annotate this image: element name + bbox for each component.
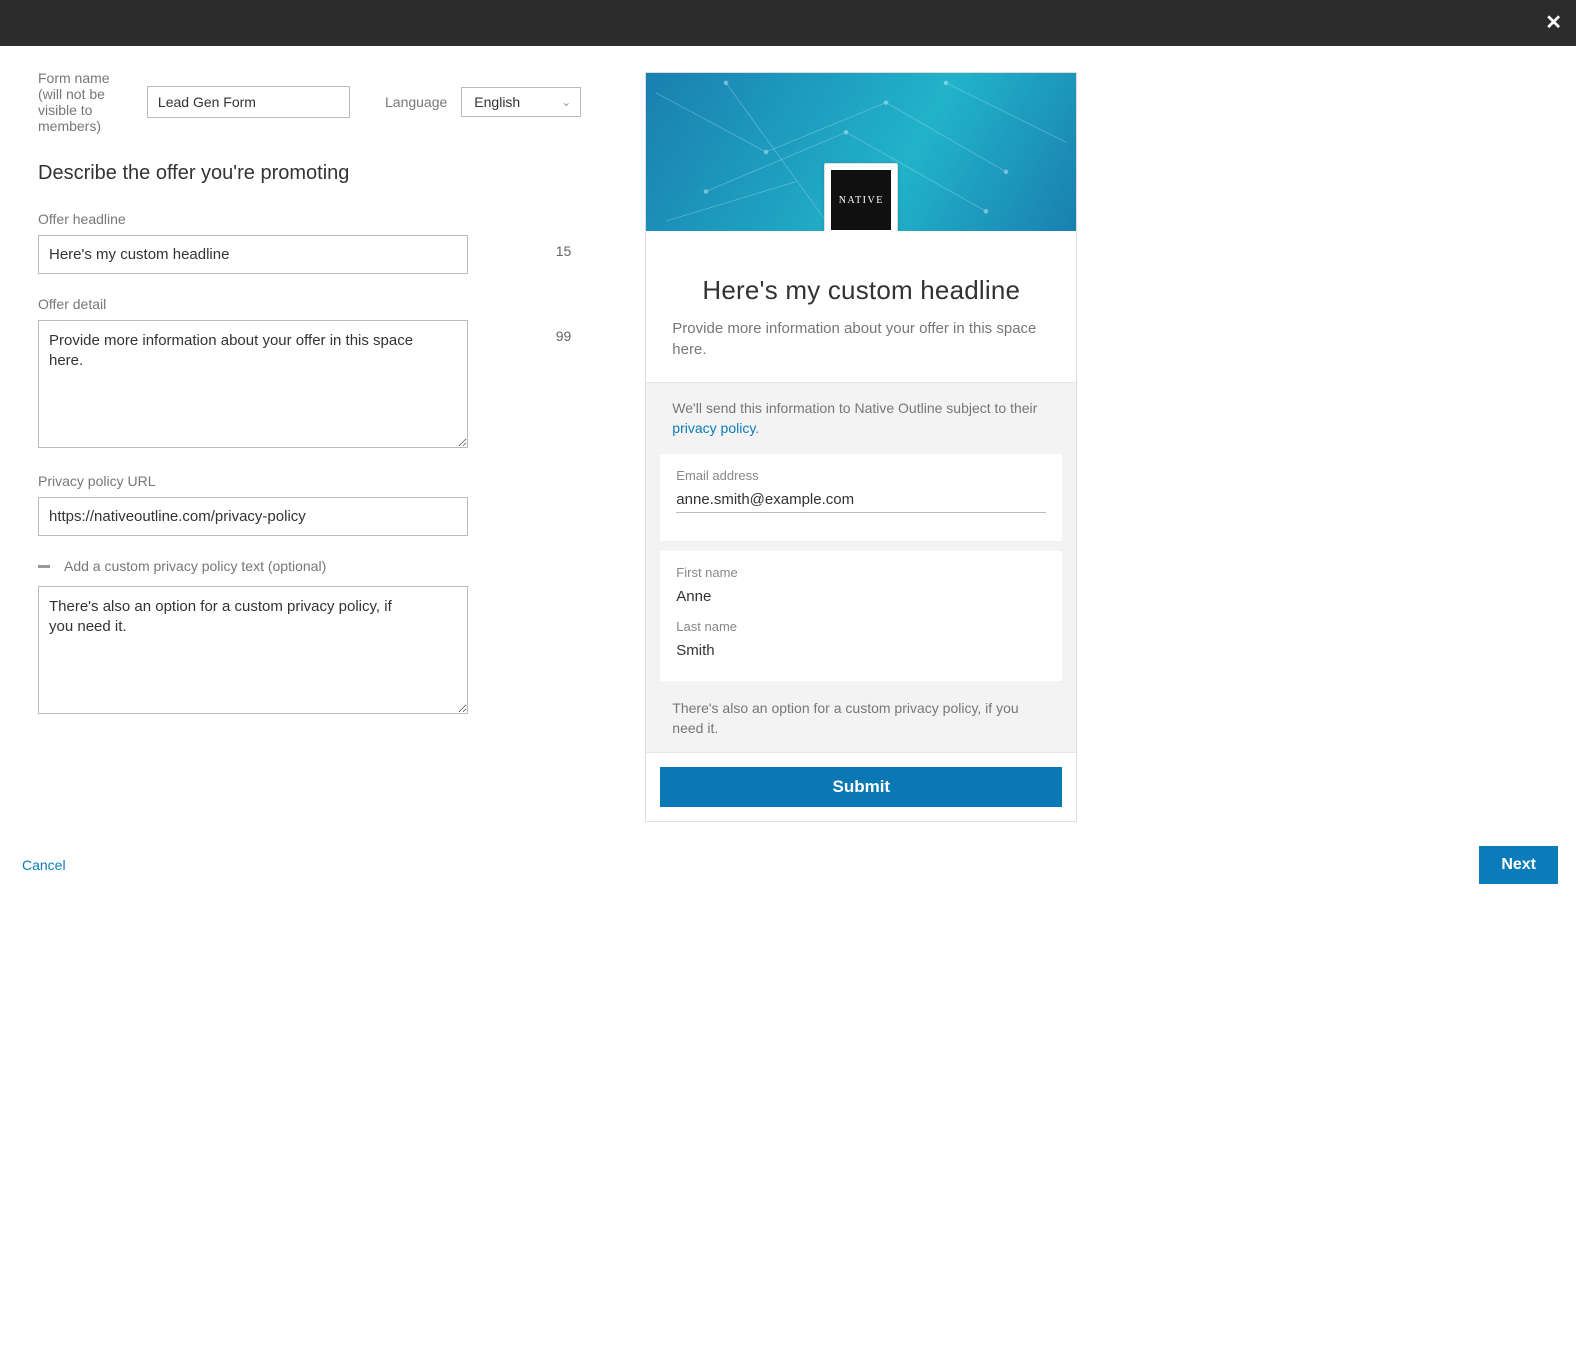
submit-button[interactable]: Submit bbox=[660, 767, 1062, 807]
lastname-field[interactable]: Smith bbox=[676, 638, 1046, 663]
top-bar: ✕ bbox=[0, 0, 1576, 46]
privacy-url-label: Privacy policy URL bbox=[38, 473, 581, 489]
language-label: Language bbox=[385, 94, 447, 110]
custom-privacy-label: Add a custom privacy policy text (option… bbox=[64, 558, 326, 574]
form-preview: NATIVE Here's my custom headline Provide… bbox=[645, 70, 1077, 822]
privacy-url-input[interactable] bbox=[38, 497, 468, 536]
minus-icon bbox=[38, 565, 50, 568]
cancel-button[interactable]: Cancel bbox=[22, 857, 66, 873]
privacy-policy-link[interactable]: privacy policy bbox=[672, 420, 755, 436]
lastname-label: Last name bbox=[676, 619, 1046, 634]
close-icon[interactable]: ✕ bbox=[1545, 10, 1562, 35]
offer-detail-input[interactable] bbox=[38, 320, 468, 448]
privacy-notice-suffix: . bbox=[755, 420, 759, 436]
privacy-notice: We'll send this information to Native Ou… bbox=[646, 383, 1076, 444]
form-name-label: Form name (will not be visible to member… bbox=[38, 70, 133, 134]
headline-charcount: 15 bbox=[556, 243, 572, 259]
privacy-notice-text: We'll send this information to Native Ou… bbox=[672, 400, 1037, 416]
preview-headline: Here's my custom headline bbox=[672, 275, 1050, 306]
detail-charcount: 99 bbox=[556, 328, 572, 344]
custom-privacy-toggle[interactable]: Add a custom privacy policy text (option… bbox=[38, 558, 581, 574]
offer-headline-label: Offer headline bbox=[38, 211, 581, 227]
company-logo-text: NATIVE bbox=[831, 170, 891, 230]
firstname-field[interactable]: Anne bbox=[676, 584, 1046, 609]
custom-privacy-input[interactable] bbox=[38, 586, 468, 714]
language-select[interactable]: English bbox=[461, 87, 581, 117]
email-field[interactable]: anne.smith@example.com bbox=[676, 487, 1046, 513]
form-name-input[interactable] bbox=[147, 86, 350, 118]
preview-detail: Provide more information about your offe… bbox=[672, 318, 1050, 360]
form-editor: Form name (will not be visible to member… bbox=[38, 70, 581, 822]
firstname-label: First name bbox=[676, 565, 1046, 580]
company-logo: NATIVE bbox=[824, 163, 898, 231]
next-button[interactable]: Next bbox=[1479, 846, 1558, 884]
offer-detail-label: Offer detail bbox=[38, 296, 581, 312]
custom-policy-text: There's also an option for a custom priv… bbox=[646, 691, 1076, 752]
section-title: Describe the offer you're promoting bbox=[38, 162, 581, 185]
preview-banner: NATIVE bbox=[646, 73, 1076, 231]
offer-headline-input[interactable] bbox=[38, 235, 468, 274]
email-label: Email address bbox=[676, 468, 1046, 483]
